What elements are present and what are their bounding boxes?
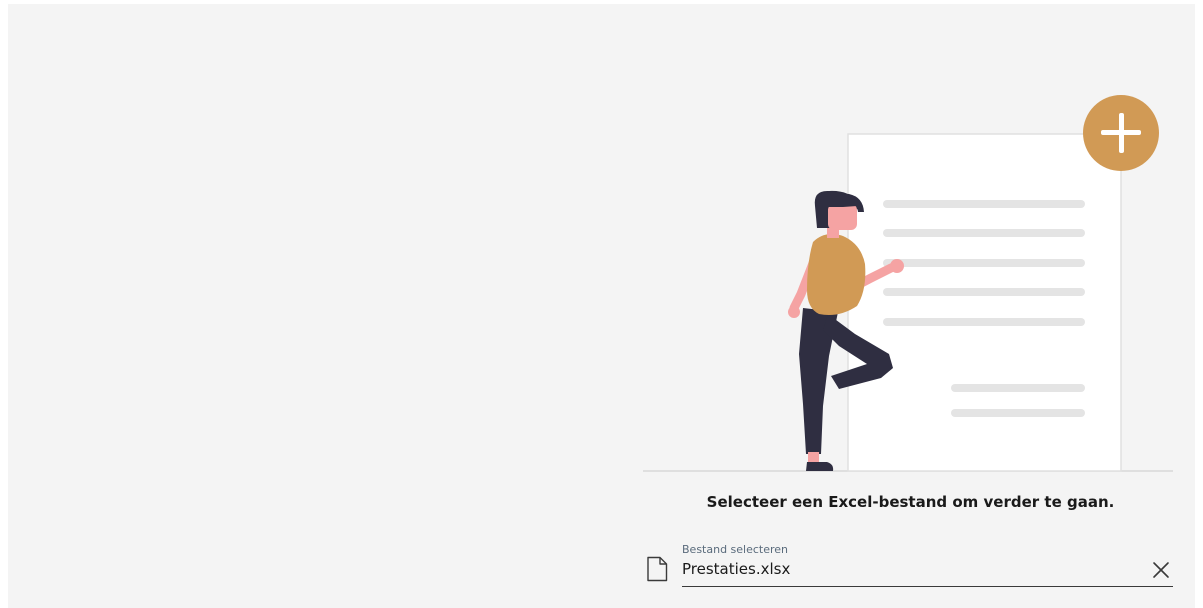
close-icon[interactable] <box>1151 560 1171 580</box>
file-field-label: Bestand selecteren <box>682 543 789 556</box>
file-input[interactable]: Bestand selecteren Prestaties.xlsx <box>682 540 1173 587</box>
file-field-value[interactable]: Prestaties.xlsx <box>682 560 790 578</box>
file-select-field[interactable]: Bestand selecteren Prestaties.xlsx <box>643 540 1175 588</box>
select-file-prompt: Selecteer een Excel-bestand om verder te… <box>706 493 1115 511</box>
plus-circle-icon <box>1083 95 1159 171</box>
file-icon <box>647 556 668 582</box>
document-sheet <box>847 133 1122 472</box>
add-document-illustration <box>643 95 1173 472</box>
